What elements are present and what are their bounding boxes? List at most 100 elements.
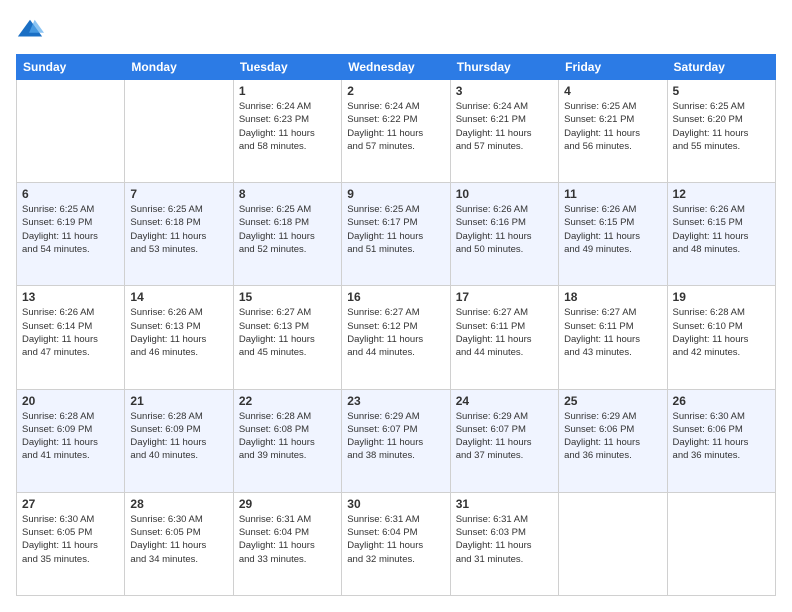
weekday-header: Saturday xyxy=(667,55,775,80)
day-info: Sunrise: 6:24 AMSunset: 6:23 PMDaylight:… xyxy=(239,100,336,153)
day-info: Sunrise: 6:26 AMSunset: 6:14 PMDaylight:… xyxy=(22,306,119,359)
calendar-cell: 6 Sunrise: 6:25 AMSunset: 6:19 PMDaylight… xyxy=(17,183,125,286)
day-info: Sunrise: 6:29 AMSunset: 6:07 PMDaylight:… xyxy=(347,410,444,463)
day-number: 13 xyxy=(22,290,119,304)
day-number: 18 xyxy=(564,290,661,304)
day-info: Sunrise: 6:28 AMSunset: 6:10 PMDaylight:… xyxy=(673,306,770,359)
calendar-cell: 1 Sunrise: 6:24 AMSunset: 6:23 PMDaylight… xyxy=(233,80,341,183)
day-info: Sunrise: 6:25 AMSunset: 6:17 PMDaylight:… xyxy=(347,203,444,256)
day-number: 23 xyxy=(347,394,444,408)
weekday-header: Tuesday xyxy=(233,55,341,80)
day-number: 12 xyxy=(673,187,770,201)
day-info: Sunrise: 6:25 AMSunset: 6:20 PMDaylight:… xyxy=(673,100,770,153)
day-number: 31 xyxy=(456,497,553,511)
calendar-cell: 4 Sunrise: 6:25 AMSunset: 6:21 PMDaylight… xyxy=(559,80,667,183)
day-info: Sunrise: 6:25 AMSunset: 6:21 PMDaylight:… xyxy=(564,100,661,153)
calendar-cell: 9 Sunrise: 6:25 AMSunset: 6:17 PMDaylight… xyxy=(342,183,450,286)
calendar-cell: 27 Sunrise: 6:30 AMSunset: 6:05 PMDayligh… xyxy=(17,492,125,595)
weekday-header: Wednesday xyxy=(342,55,450,80)
calendar-cell: 12 Sunrise: 6:26 AMSunset: 6:15 PMDayligh… xyxy=(667,183,775,286)
day-info: Sunrise: 6:27 AMSunset: 6:11 PMDaylight:… xyxy=(564,306,661,359)
day-info: Sunrise: 6:28 AMSunset: 6:09 PMDaylight:… xyxy=(130,410,227,463)
day-info: Sunrise: 6:28 AMSunset: 6:08 PMDaylight:… xyxy=(239,410,336,463)
calendar-cell: 23 Sunrise: 6:29 AMSunset: 6:07 PMDayligh… xyxy=(342,389,450,492)
day-info: Sunrise: 6:27 AMSunset: 6:13 PMDaylight:… xyxy=(239,306,336,359)
day-info: Sunrise: 6:27 AMSunset: 6:12 PMDaylight:… xyxy=(347,306,444,359)
calendar-week-row: 20 Sunrise: 6:28 AMSunset: 6:09 PMDayligh… xyxy=(17,389,776,492)
day-number: 9 xyxy=(347,187,444,201)
day-info: Sunrise: 6:26 AMSunset: 6:15 PMDaylight:… xyxy=(673,203,770,256)
day-number: 22 xyxy=(239,394,336,408)
day-info: Sunrise: 6:24 AMSunset: 6:21 PMDaylight:… xyxy=(456,100,553,153)
calendar-cell: 29 Sunrise: 6:31 AMSunset: 6:04 PMDayligh… xyxy=(233,492,341,595)
day-number: 10 xyxy=(456,187,553,201)
calendar-cell xyxy=(667,492,775,595)
calendar-week-row: 13 Sunrise: 6:26 AMSunset: 6:14 PMDayligh… xyxy=(17,286,776,389)
weekday-header: Monday xyxy=(125,55,233,80)
calendar-cell: 16 Sunrise: 6:27 AMSunset: 6:12 PMDayligh… xyxy=(342,286,450,389)
day-number: 24 xyxy=(456,394,553,408)
calendar-week-row: 27 Sunrise: 6:30 AMSunset: 6:05 PMDayligh… xyxy=(17,492,776,595)
day-number: 2 xyxy=(347,84,444,98)
day-number: 28 xyxy=(130,497,227,511)
day-number: 21 xyxy=(130,394,227,408)
day-number: 30 xyxy=(347,497,444,511)
calendar-cell: 21 Sunrise: 6:28 AMSunset: 6:09 PMDayligh… xyxy=(125,389,233,492)
day-number: 26 xyxy=(673,394,770,408)
day-info: Sunrise: 6:31 AMSunset: 6:03 PMDaylight:… xyxy=(456,513,553,566)
calendar-cell: 2 Sunrise: 6:24 AMSunset: 6:22 PMDaylight… xyxy=(342,80,450,183)
calendar-cell: 19 Sunrise: 6:28 AMSunset: 6:10 PMDayligh… xyxy=(667,286,775,389)
calendar-week-row: 1 Sunrise: 6:24 AMSunset: 6:23 PMDaylight… xyxy=(17,80,776,183)
day-info: Sunrise: 6:24 AMSunset: 6:22 PMDaylight:… xyxy=(347,100,444,153)
calendar-week-row: 6 Sunrise: 6:25 AMSunset: 6:19 PMDaylight… xyxy=(17,183,776,286)
calendar-cell: 31 Sunrise: 6:31 AMSunset: 6:03 PMDayligh… xyxy=(450,492,558,595)
day-number: 20 xyxy=(22,394,119,408)
day-number: 4 xyxy=(564,84,661,98)
calendar-cell: 15 Sunrise: 6:27 AMSunset: 6:13 PMDayligh… xyxy=(233,286,341,389)
day-number: 29 xyxy=(239,497,336,511)
calendar-cell: 3 Sunrise: 6:24 AMSunset: 6:21 PMDaylight… xyxy=(450,80,558,183)
day-number: 19 xyxy=(673,290,770,304)
day-info: Sunrise: 6:26 AMSunset: 6:13 PMDaylight:… xyxy=(130,306,227,359)
day-number: 8 xyxy=(239,187,336,201)
calendar-cell: 25Sunrise: 6:29 AMSunset: 6:06 PMDayligh… xyxy=(559,389,667,492)
day-info: Sunrise: 6:30 AMSunset: 6:05 PMDaylight:… xyxy=(130,513,227,566)
calendar-cell xyxy=(17,80,125,183)
calendar-cell: 17 Sunrise: 6:27 AMSunset: 6:11 PMDayligh… xyxy=(450,286,558,389)
calendar-cell: 26 Sunrise: 6:30 AMSunset: 6:06 PMDayligh… xyxy=(667,389,775,492)
day-number: 5 xyxy=(673,84,770,98)
calendar-cell: 22 Sunrise: 6:28 AMSunset: 6:08 PMDayligh… xyxy=(233,389,341,492)
day-info: Sunrise: 6:25 AMSunset: 6:19 PMDaylight:… xyxy=(22,203,119,256)
calendar-cell: 8Sunrise: 6:25 AMSunset: 6:18 PMDaylight… xyxy=(233,183,341,286)
day-number: 3 xyxy=(456,84,553,98)
day-info: Sunrise: 6:27 AMSunset: 6:11 PMDaylight:… xyxy=(456,306,553,359)
day-number: 7 xyxy=(130,187,227,201)
calendar-cell: 11Sunrise: 6:26 AMSunset: 6:15 PMDayligh… xyxy=(559,183,667,286)
calendar-cell: 24 Sunrise: 6:29 AMSunset: 6:07 PMDayligh… xyxy=(450,389,558,492)
calendar-cell: 14 Sunrise: 6:26 AMSunset: 6:13 PMDayligh… xyxy=(125,286,233,389)
weekday-header-row: SundayMondayTuesdayWednesdayThursdayFrid… xyxy=(17,55,776,80)
day-number: 14 xyxy=(130,290,227,304)
calendar-cell: 20Sunrise: 6:28 AMSunset: 6:09 PMDayligh… xyxy=(17,389,125,492)
day-number: 27 xyxy=(22,497,119,511)
day-info: Sunrise: 6:30 AMSunset: 6:06 PMDaylight:… xyxy=(673,410,770,463)
day-number: 15 xyxy=(239,290,336,304)
day-info: Sunrise: 6:29 AMSunset: 6:07 PMDaylight:… xyxy=(456,410,553,463)
header xyxy=(16,16,776,44)
day-info: Sunrise: 6:31 AMSunset: 6:04 PMDaylight:… xyxy=(239,513,336,566)
calendar-cell: 7Sunrise: 6:25 AMSunset: 6:18 PMDaylight… xyxy=(125,183,233,286)
calendar-cell xyxy=(559,492,667,595)
logo xyxy=(16,16,48,44)
day-number: 16 xyxy=(347,290,444,304)
page: SundayMondayTuesdayWednesdayThursdayFrid… xyxy=(0,0,792,612)
calendar-cell xyxy=(125,80,233,183)
weekday-header: Sunday xyxy=(17,55,125,80)
calendar-cell: 10Sunrise: 6:26 AMSunset: 6:16 PMDayligh… xyxy=(450,183,558,286)
day-info: Sunrise: 6:30 AMSunset: 6:05 PMDaylight:… xyxy=(22,513,119,566)
logo-icon xyxy=(16,16,44,44)
day-number: 17 xyxy=(456,290,553,304)
day-number: 1 xyxy=(239,84,336,98)
day-info: Sunrise: 6:29 AMSunset: 6:06 PMDaylight:… xyxy=(564,410,661,463)
calendar-cell: 5 Sunrise: 6:25 AMSunset: 6:20 PMDaylight… xyxy=(667,80,775,183)
day-number: 6 xyxy=(22,187,119,201)
